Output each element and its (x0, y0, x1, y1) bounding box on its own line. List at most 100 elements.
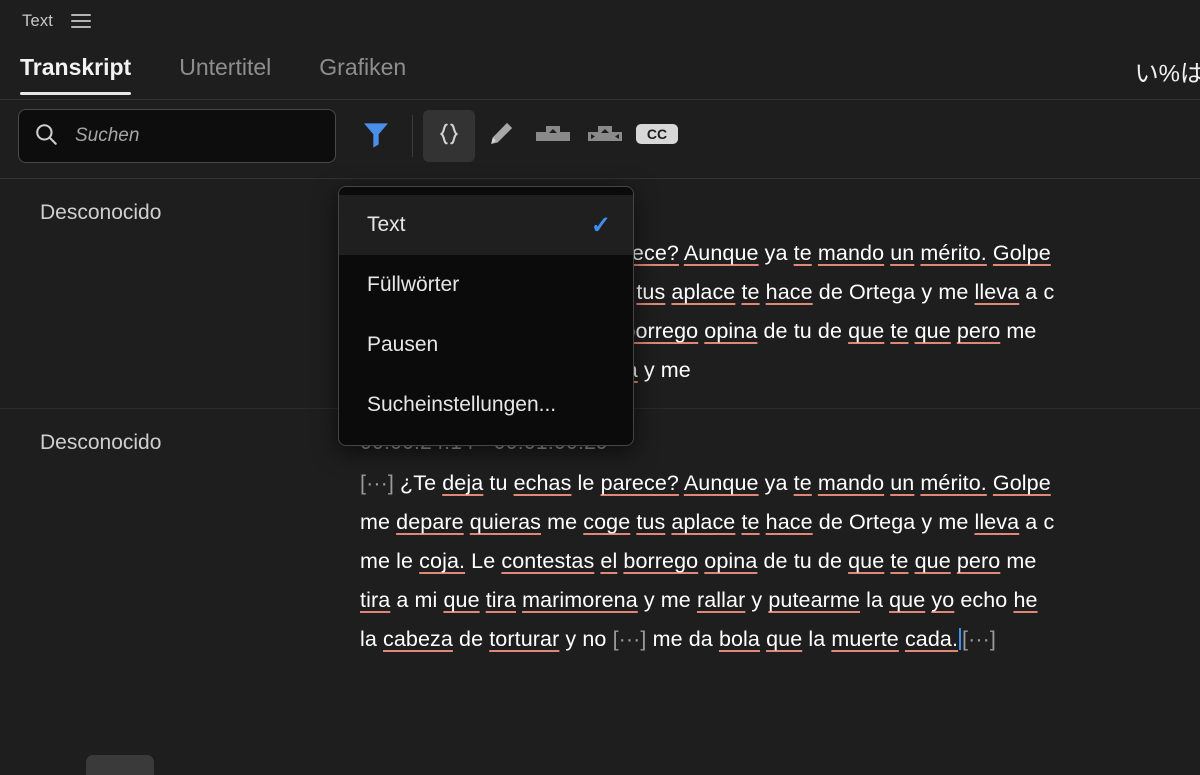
transcript-line[interactable]: me depare quieras me coge tus aplace te … (360, 503, 1200, 542)
transcript-word[interactable]: la (360, 627, 377, 651)
closed-captions-button[interactable]: CC (631, 110, 683, 162)
transcript-word[interactable]: aplace (671, 510, 735, 534)
transcript-word[interactable]: y (921, 510, 932, 534)
transcript-word[interactable]: cada. (905, 627, 958, 651)
transcript-word[interactable]: le (578, 471, 595, 495)
transcript-word[interactable]: muerte (831, 627, 899, 651)
transcript-word[interactable]: tu (794, 319, 812, 343)
transcript-word[interactable]: mérito. (920, 241, 986, 265)
transcript-word[interactable]: deja (442, 471, 483, 495)
transcript-word[interactable]: cabeza (383, 627, 453, 651)
transcript-word[interactable]: me (547, 510, 577, 534)
transcript-word[interactable]: que (443, 588, 479, 612)
transcript-word[interactable]: no (582, 627, 606, 651)
transcript-word[interactable]: tu (489, 471, 507, 495)
transcript-word[interactable]: ya (765, 471, 788, 495)
transcript-word[interactable]: te (741, 510, 759, 534)
transcript-word[interactable]: mi (415, 588, 438, 612)
transcript-word[interactable]: que (848, 319, 884, 343)
transcript-word[interactable]: hace (766, 280, 813, 304)
search-input[interactable] (75, 125, 322, 147)
tab-grafiken[interactable]: Grafiken (319, 54, 406, 89)
transcript-word[interactable]: que (915, 319, 951, 343)
split-clips-button[interactable] (579, 110, 631, 162)
transcript-word[interactable]: opina (704, 549, 757, 573)
transcript-word[interactable]: lleva (975, 510, 1020, 534)
transcript-word[interactable]: me (360, 549, 390, 573)
transcript-word[interactable]: hace (766, 510, 813, 534)
transcript-word[interactable]: mando (818, 241, 884, 265)
transcript-word[interactable]: un (890, 471, 914, 495)
transcript-word[interactable]: me (1006, 319, 1036, 343)
transcript-word[interactable]: borrego (623, 549, 698, 573)
filter-button[interactable] (350, 110, 402, 162)
transcript-word[interactable]: quieras (470, 510, 541, 534)
transcript-word[interactable]: un (890, 241, 914, 265)
transcript-word[interactable]: te (890, 549, 908, 573)
transcript-word[interactable]: putearme (768, 588, 860, 612)
transcript-word[interactable]: Golpe (993, 241, 1051, 265)
transcript-word[interactable]: echo (960, 588, 1007, 612)
transcript-word[interactable]: ¿Te (400, 471, 436, 495)
transcript-word[interactable]: he (1013, 588, 1037, 612)
transcript-word[interactable]: que (848, 549, 884, 573)
transcript-word[interactable]: contestas (501, 549, 594, 573)
transcript-word[interactable]: mando (818, 471, 884, 495)
transcript-word[interactable]: y (751, 588, 762, 612)
transcript-word[interactable]: a (396, 588, 408, 612)
transcript-word[interactable]: coge (583, 510, 630, 534)
transcript-word[interactable]: rallar (697, 588, 745, 612)
transcript-word[interactable]: echas (514, 471, 572, 495)
edit-button[interactable] (475, 110, 527, 162)
transcript-word[interactable]: yo (931, 588, 954, 612)
transcript-word[interactable]: la (808, 627, 825, 651)
transcript-word[interactable]: mérito. (920, 471, 986, 495)
transcript-block[interactable]: Desconocido 00:00:24:14 - 00:01:00:29 [·… (0, 409, 1200, 673)
transcript-word[interactable]: borrego (623, 319, 698, 343)
transcript-word[interactable]: da (689, 627, 713, 651)
transcript-line[interactable]: me le coja. Le contestas el borrego opin… (360, 542, 1200, 581)
menu-item-fuellwoerter[interactable]: Füllwörter (339, 255, 633, 315)
transcript-word[interactable]: me (360, 510, 390, 534)
transcript-word[interactable]: me (1006, 549, 1036, 573)
transcript-word[interactable]: parece? (601, 471, 679, 495)
transcript-word[interactable]: pero (957, 549, 1000, 573)
transcript-word[interactable]: Le (471, 549, 495, 573)
transcript-word[interactable]: y (565, 627, 576, 651)
transcript-word[interactable]: aplace (671, 280, 735, 304)
transcript-word[interactable]: Ortega (849, 510, 915, 534)
transcript-word[interactable]: coja. (419, 549, 465, 573)
transcript-word[interactable]: te (794, 471, 812, 495)
tab-untertitel[interactable]: Untertitel (179, 54, 271, 89)
hamburger-icon[interactable] (71, 14, 92, 28)
transcript-word[interactable]: que (889, 588, 925, 612)
transcript-word[interactable]: que (915, 549, 951, 573)
transcript-word[interactable]: depare (396, 510, 464, 534)
transcript-word[interactable]: marimorena (522, 588, 638, 612)
transcript-word[interactable]: me (661, 358, 691, 382)
transcript-word[interactable]: tira (486, 588, 516, 612)
transcript-word[interactable]: de (459, 627, 483, 651)
transcript-word[interactable]: tus (636, 280, 665, 304)
transcript-word[interactable]: a (1025, 280, 1037, 304)
menu-item-pausen[interactable]: Pausen (339, 315, 633, 375)
transcript-word[interactable]: pero (957, 319, 1000, 343)
transcript-word[interactable]: opina (704, 319, 757, 343)
transcript-word[interactable]: ya (765, 241, 788, 265)
menu-item-text[interactable]: Text ✓ (339, 195, 633, 255)
tab-transkript[interactable]: Transkript (20, 54, 132, 95)
transcript-line[interactable]: tira a mi que tira marimorena y me ralla… (360, 581, 1200, 620)
transcript-word[interactable]: me (653, 627, 683, 651)
transcript-word[interactable]: tira (360, 588, 390, 612)
transcript-word[interactable]: me (661, 588, 691, 612)
transcript-word[interactable]: y (644, 588, 655, 612)
transcript-word[interactable]: de (763, 319, 787, 343)
transcript-word[interactable]: y (644, 358, 655, 382)
transcript-word[interactable]: Aunque (684, 241, 759, 265)
transcript-word[interactable]: c (1043, 280, 1054, 304)
transcript-body[interactable]: 00:00:24:14 - 00:01:00:29 [···] ¿Te deja… (360, 431, 1200, 659)
search-box[interactable] (18, 109, 336, 163)
transcript-word[interactable]: el (600, 549, 617, 573)
braces-button[interactable] (423, 110, 475, 162)
transcript-word[interactable]: te (890, 319, 908, 343)
